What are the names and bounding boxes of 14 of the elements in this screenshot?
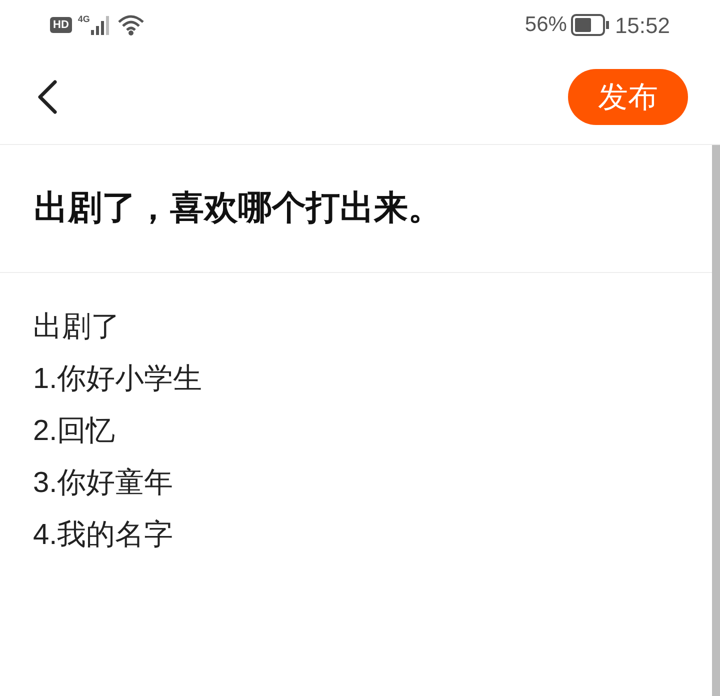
hd-badge: HD (50, 17, 72, 33)
body-line: 2.回忆 (33, 414, 116, 449)
clock-time: 15:52 (614, 12, 670, 40)
wifi-icon (116, 14, 145, 36)
network-label: 4G (78, 13, 90, 26)
body-line: 3.你好童年 (33, 466, 174, 501)
back-icon[interactable] (36, 80, 58, 114)
publish-button[interactable]: 发布 (568, 69, 688, 125)
body-line: 1.你好小学生 (33, 362, 204, 397)
battery-icon (570, 14, 609, 36)
body-line: 4.我的名字 (33, 518, 174, 553)
post-title: 出剧了，喜欢哪个打出来。 (34, 188, 442, 229)
battery-percent: 56% (524, 12, 567, 38)
body-line: 出剧了 (33, 310, 121, 345)
